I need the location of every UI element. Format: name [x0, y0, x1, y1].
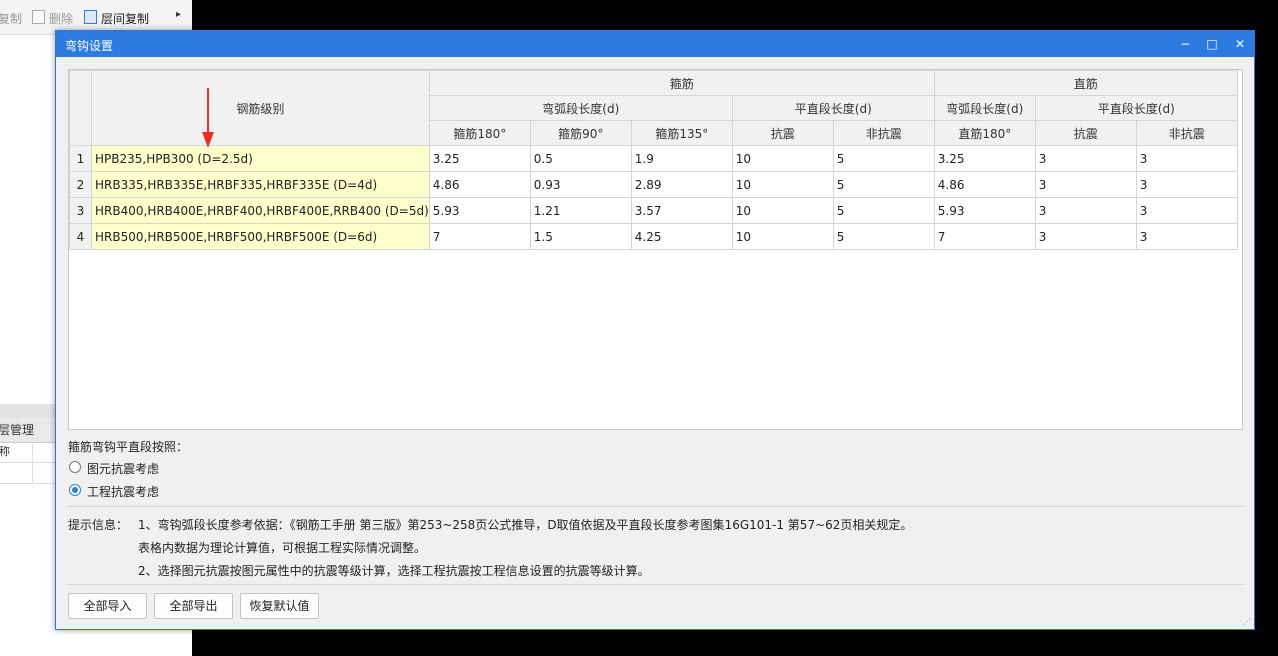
project-seismic-label[interactable]: 工程抗震考虑: [87, 483, 159, 500]
rebar-grade-cell: HPB235,HPB300 (D=2.5d): [91, 145, 430, 172]
panel-top-bar: [0, 404, 56, 418]
value-cell[interactable]: 4.25: [630, 223, 733, 250]
import-all-button[interactable]: 全部导入: [68, 593, 147, 619]
row-number: 3: [69, 197, 92, 224]
value-cell[interactable]: 5: [832, 223, 935, 250]
tips-line-3: 2、选择图元抗震按图元属性中的抗震等级计算，选择工程抗震按工程信息设置的抗震等级…: [138, 564, 650, 578]
value-cell[interactable]: 3: [1135, 171, 1238, 198]
value-cell[interactable]: 0.93: [529, 171, 632, 198]
stirrup-straight-length-header: 平直段长度(d): [731, 95, 935, 121]
floor-copy-button[interactable]: 层间复制: [101, 10, 149, 27]
value-cell[interactable]: 4.86: [933, 171, 1036, 198]
straight-arc-length-header: 弯弧段长度(d): [933, 95, 1036, 121]
hook-table: 钢筋级别 箍筋 直筋 弯弧段长度(d) 平直段长度(d) 弯弧段长度(d) 平直…: [69, 70, 1238, 250]
value-cell[interactable]: 10: [731, 145, 834, 172]
tips-label: 提示信息：: [68, 518, 129, 532]
straight-bar-header: 直筋: [933, 70, 1238, 96]
delete-icon: [32, 10, 45, 24]
value-cell[interactable]: 3.57: [630, 197, 733, 224]
value-cell[interactable]: 3: [1034, 197, 1137, 224]
row-number: 1: [69, 145, 92, 172]
row-number: 4: [69, 223, 92, 250]
table-row[interactable]: 4 HRB500,HRB500E,HRBF500,HRBF500E (D=6d) 7…: [69, 223, 1238, 250]
col-stirrup-135: 箍筋135°: [630, 120, 733, 146]
maximize-button[interactable]: □: [1201, 34, 1223, 54]
value-cell[interactable]: 5.93: [428, 197, 531, 224]
panel-column-header: 称: [0, 442, 56, 463]
value-cell[interactable]: 10: [731, 223, 834, 250]
floor-management-panel: 层管理 称: [0, 404, 56, 494]
minimize-button[interactable]: −: [1174, 34, 1196, 54]
value-cell[interactable]: 3: [1135, 223, 1238, 250]
table-row[interactable]: 3 HRB400,HRB400E,HRBF400,HRBF400E,RRB400 …: [69, 197, 1238, 224]
value-cell[interactable]: 1.5: [529, 223, 632, 250]
stirrup-header: 箍筋: [428, 70, 935, 96]
dialog-title: 弯钩设置: [65, 39, 114, 53]
rebar-grade-cell: HRB500,HRB500E,HRBF500,HRBF500E (D=6d): [91, 223, 430, 250]
value-cell[interactable]: 3: [1034, 145, 1137, 172]
row-number: 2: [69, 171, 92, 198]
col-stirrup-nonseismic: 非抗震: [832, 120, 935, 146]
value-cell[interactable]: 2.89: [630, 171, 733, 198]
col-straight-180: 直筋180°: [933, 120, 1036, 146]
toolbar-more-icon[interactable]: ▸: [176, 9, 181, 20]
element-seismic-label[interactable]: 图元抗震考虑: [87, 460, 159, 477]
value-cell[interactable]: 1.9: [630, 145, 733, 172]
value-cell[interactable]: 5: [832, 171, 935, 198]
value-cell[interactable]: 3: [1034, 171, 1137, 198]
value-cell[interactable]: 5: [832, 145, 935, 172]
grade-header: 钢筋级别: [91, 70, 430, 146]
col-stirrup-90: 箍筋90°: [529, 120, 632, 146]
col-stirrup-seismic: 抗震: [731, 120, 834, 146]
value-cell[interactable]: 5: [832, 197, 935, 224]
element-seismic-radio[interactable]: [69, 461, 81, 473]
floor-management-tab[interactable]: 层管理: [0, 418, 56, 443]
value-cell[interactable]: 3: [1034, 223, 1137, 250]
value-cell[interactable]: 7: [933, 223, 1036, 250]
panel-divider: [32, 442, 33, 482]
table-row[interactable]: 2 HRB335,HRB335E,HRBF335,HRBF335E (D=4d) 4…: [69, 171, 1238, 198]
value-cell[interactable]: 3.25: [933, 145, 1036, 172]
divider-bottom: [68, 584, 1243, 585]
tips-line-1: 1、弯钩弧段长度参考依据：《钢筋工手册 第三版》第253~258页公式推导，D取…: [138, 518, 913, 532]
col-straight-nonseismic: 非抗震: [1135, 120, 1238, 146]
hook-settings-grid: 钢筋级别 箍筋 直筋 弯弧段长度(d) 平直段长度(d) 弯弧段长度(d) 平直…: [68, 69, 1243, 430]
hook-settings-dialog: 弯钩设置 − □ ✕ 钢筋级别 箍筋 直筋 弯弧段长度(d) 平直段长度(d) …: [55, 30, 1255, 630]
panel-row[interactable]: [0, 463, 56, 484]
straight-straight-length-header: 平直段长度(d): [1034, 95, 1238, 121]
floor-copy-icon: [84, 10, 97, 24]
value-cell[interactable]: 1.21: [529, 197, 632, 224]
value-cell[interactable]: 5.93: [933, 197, 1036, 224]
copy-button[interactable]: 复制: [0, 10, 22, 27]
value-cell[interactable]: 3: [1135, 197, 1238, 224]
col-straight-seismic: 抗震: [1034, 120, 1137, 146]
red-arrow-annotation: [202, 88, 214, 148]
stirrup-option-label: 箍筋弯钩平直段按照：: [68, 440, 189, 454]
value-cell[interactable]: 3: [1135, 145, 1238, 172]
project-seismic-radio[interactable]: [69, 484, 81, 496]
value-cell[interactable]: 0.5: [529, 145, 632, 172]
dialog-titlebar[interactable]: 弯钩设置 − □ ✕: [56, 31, 1254, 57]
value-cell[interactable]: 4.86: [428, 171, 531, 198]
value-cell[interactable]: 7: [428, 223, 531, 250]
tips-line-2: 表格内数据为理论计算值，可根据工程实际情况调整。: [138, 541, 427, 555]
rebar-grade-cell: HRB400,HRB400E,HRBF400,HRBF400E,RRB400 (…: [91, 197, 430, 224]
col-stirrup-180: 箍筋180°: [428, 120, 531, 146]
divider-top: [68, 506, 1243, 507]
stirrup-arc-length-header: 弯弧段长度(d): [428, 95, 733, 121]
corner-header: [69, 70, 92, 146]
close-button[interactable]: ✕: [1229, 34, 1251, 54]
export-all-button[interactable]: 全部导出: [154, 593, 233, 619]
value-cell[interactable]: 10: [731, 171, 834, 198]
value-cell[interactable]: 3.25: [428, 145, 531, 172]
value-cell[interactable]: 10: [731, 197, 834, 224]
rebar-grade-cell: HRB335,HRB335E,HRBF335,HRBF335E (D=4d): [91, 171, 430, 198]
table-row[interactable]: 1 HPB235,HPB300 (D=2.5d) 3.25 0.5 1.9 10 5 3.25…: [69, 145, 1238, 172]
restore-default-button[interactable]: 恢复默认值: [240, 593, 319, 619]
delete-button[interactable]: 删除: [49, 10, 73, 27]
resize-grip-icon[interactable]: ⋰: [1243, 618, 1251, 626]
